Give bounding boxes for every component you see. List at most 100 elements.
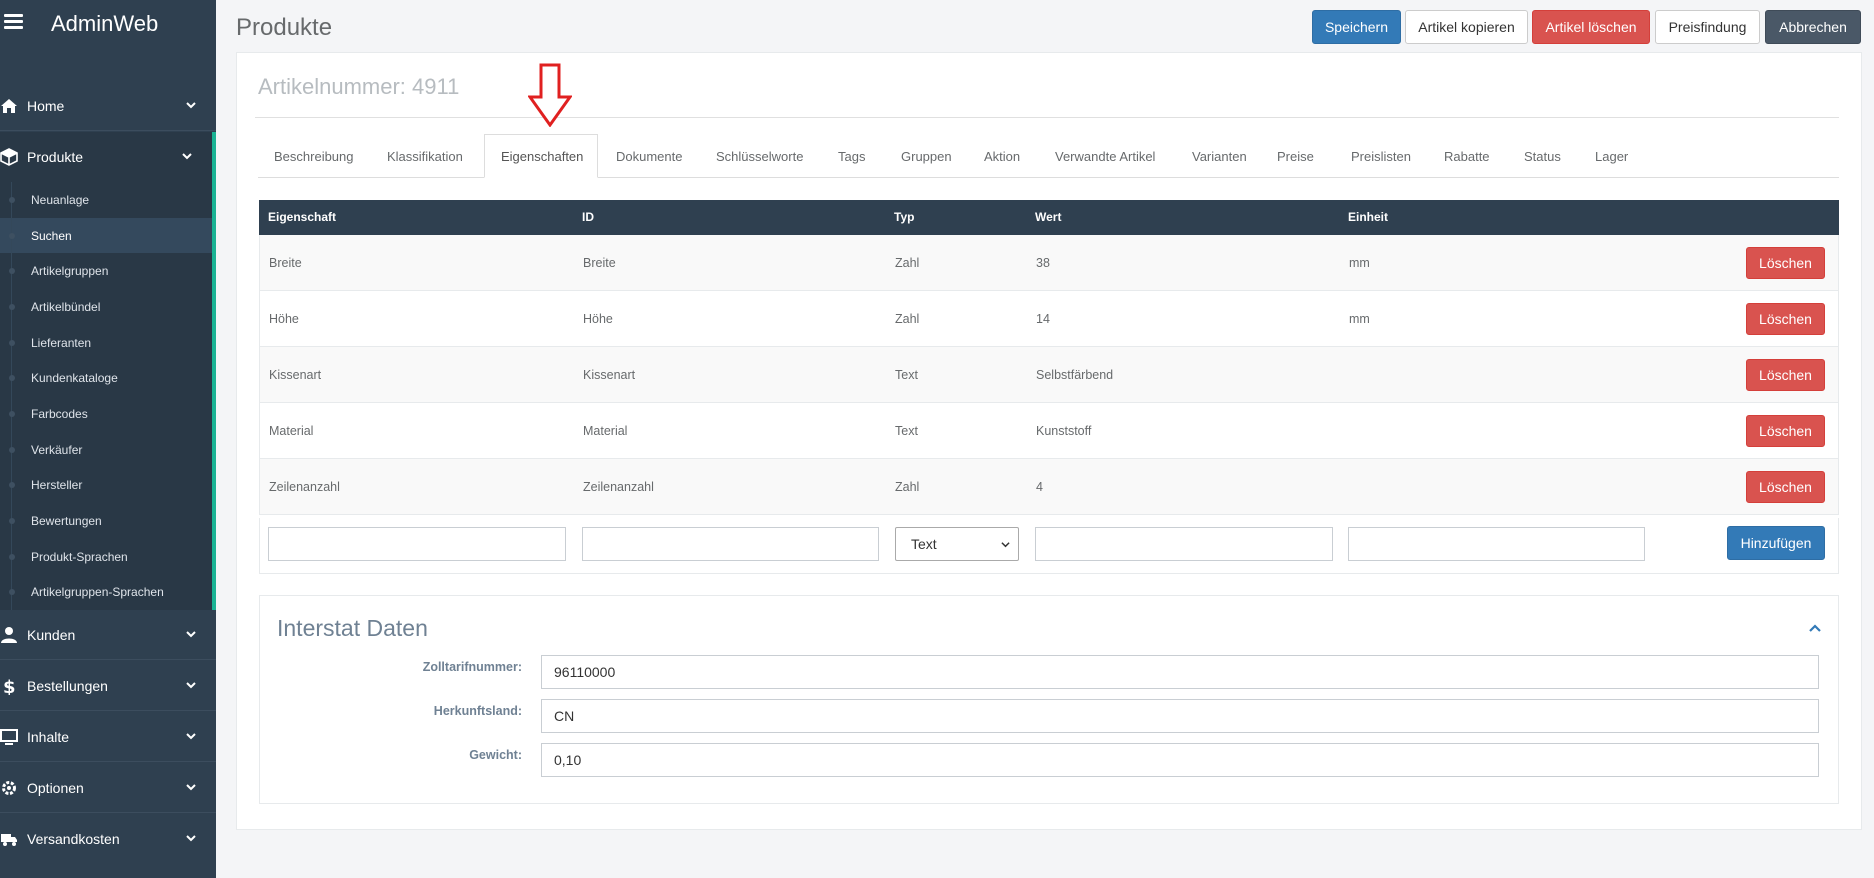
cancel-button[interactable]: Abbrechen — [1765, 10, 1861, 44]
tab-schluesselworte[interactable]: Schlüsselworte — [700, 134, 819, 178]
user-icon — [1, 627, 17, 643]
new-property-input[interactable] — [268, 527, 566, 561]
new-type-select[interactable]: Text — [895, 527, 1019, 561]
bullet-icon — [9, 589, 15, 596]
sidebar-item-label: Produkte — [27, 149, 84, 165]
bullet-icon — [9, 410, 15, 417]
cell-value: 4 — [1036, 479, 1043, 494]
tab-lager[interactable]: Lager — [1579, 134, 1644, 178]
cell-id: Breite — [583, 255, 616, 270]
sidebar-item-produkte[interactable]: Produkte — [0, 132, 216, 182]
chevron-down-icon — [186, 784, 196, 791]
delete-property-button[interactable]: Löschen — [1746, 358, 1825, 391]
tab-dokumente[interactable]: Dokumente — [600, 134, 698, 178]
new-unit-input[interactable] — [1348, 527, 1645, 561]
cell-id: Zeilenanzahl — [583, 479, 654, 494]
sidebar-item-optionen[interactable]: Optionen — [0, 763, 216, 813]
bullet-icon — [9, 232, 15, 239]
cell-property: Zeilenanzahl — [269, 479, 340, 494]
divider — [255, 117, 1839, 118]
tab-gruppen[interactable]: Gruppen — [885, 134, 968, 178]
sidebar-item-bestellungen[interactable]: $ Bestellungen — [0, 661, 216, 711]
home-icon — [1, 99, 17, 113]
column-header-unit: Einheit — [1348, 210, 1389, 224]
truck-icon — [1, 834, 17, 846]
sidebar-subitem[interactable]: Produkt-Sprachen — [0, 538, 212, 575]
column-header-type: Typ — [894, 210, 915, 224]
tab-verwandte-artikel[interactable]: Verwandte Artikel — [1039, 134, 1171, 178]
copy-article-button[interactable]: Artikel kopieren — [1405, 10, 1528, 44]
tab-preise[interactable]: Preise — [1261, 134, 1330, 178]
cell-property: Höhe — [269, 311, 299, 326]
chevron-up-icon[interactable] — [1808, 622, 1822, 634]
chevron-down-icon — [186, 102, 196, 109]
cell-type: Text — [895, 367, 918, 382]
delete-property-button[interactable]: Löschen — [1746, 414, 1825, 447]
delete-article-button[interactable]: Artikel löschen — [1532, 10, 1650, 44]
sidebar-subitem[interactable]: Farbcodes — [0, 396, 212, 432]
bullet-icon — [9, 518, 15, 525]
delete-property-button[interactable]: Löschen — [1746, 246, 1825, 279]
cell-id: Kissenart — [583, 367, 636, 382]
sidebar-item-versandkosten[interactable]: Versandkosten — [0, 814, 216, 864]
table-header: Eigenschaft ID Typ Wert Einheit — [259, 200, 1839, 235]
add-property-button[interactable]: Hinzufügen — [1727, 526, 1825, 560]
cell-type: Zahl — [895, 311, 920, 326]
weight-input[interactable]: 0,10 — [541, 743, 1819, 777]
sidebar-item-kunden[interactable]: Kunden — [0, 610, 216, 660]
column-header-property: Eigenschaft — [268, 210, 337, 224]
cell-id: Höhe — [583, 311, 613, 326]
tab-varianten[interactable]: Varianten — [1176, 134, 1263, 178]
sidebar-item-label: Optionen — [27, 779, 84, 796]
pricing-button[interactable]: Preisfindung — [1655, 10, 1760, 44]
sidebar-item-home[interactable]: Home — [0, 81, 216, 131]
delete-property-button[interactable]: Löschen — [1746, 470, 1825, 503]
customs-tariff-input[interactable]: 96110000 — [541, 655, 1819, 689]
sidebar-subitem[interactable]: Hersteller — [0, 467, 212, 504]
bullet-icon — [9, 268, 15, 275]
cell-value: Selbstfärbend — [1036, 367, 1114, 382]
cell-value: 38 — [1036, 255, 1050, 270]
sidebar-item-inhalte[interactable]: Inhalte — [0, 712, 216, 762]
sidebar-item-label: Home — [27, 97, 65, 114]
tab-klassifikation[interactable]: Klassifikation — [371, 134, 479, 178]
sidebar-subitem[interactable]: Lieferanten — [0, 324, 212, 361]
field-label: Herkunftsland: — [433, 704, 522, 718]
dollar-icon: $ — [3, 677, 16, 695]
tab-preislisten[interactable]: Preislisten — [1335, 134, 1427, 178]
hamburger-menu-icon[interactable] — [4, 14, 23, 30]
bullet-icon — [9, 375, 15, 382]
field-label: Zolltarifnummer: — [422, 660, 522, 674]
sidebar-submenu-produkte: Neuanlage Suchen Artikelgruppen Artikelb… — [0, 182, 212, 611]
sidebar-subitem[interactable]: Bewertungen — [0, 503, 212, 539]
tab-tags[interactable]: Tags — [822, 134, 881, 178]
cell-type: Text — [895, 423, 918, 438]
sidebar-item-label: Bestellungen — [27, 677, 108, 694]
sidebar-subitem[interactable]: Kundenkataloge — [0, 360, 212, 397]
column-header-id: ID — [582, 210, 594, 224]
tab-status[interactable]: Status — [1508, 134, 1577, 178]
save-button[interactable]: Speichern — [1312, 10, 1401, 44]
monitor-icon — [0, 729, 18, 745]
cell-id: Material — [583, 423, 628, 438]
sidebar-subitem[interactable]: Artikelbündel — [0, 289, 212, 325]
bullet-icon — [9, 446, 15, 453]
new-id-input[interactable] — [582, 527, 879, 561]
new-value-input[interactable] — [1035, 527, 1333, 561]
tab-eigenschaften[interactable]: Eigenschaften — [484, 134, 598, 178]
sidebar-subitem[interactable]: Neuanlage — [0, 182, 212, 218]
country-of-origin-input[interactable]: CN — [541, 699, 1819, 733]
sidebar-subitem[interactable]: Artikelgruppen — [0, 253, 212, 290]
sidebar-subitem[interactable]: Verkäufer — [0, 431, 212, 468]
delete-property-button[interactable]: Löschen — [1746, 302, 1825, 335]
table-row: Höhe Höhe Zahl 14 mm Löschen — [259, 291, 1839, 347]
tab-rabatte[interactable]: Rabatte — [1428, 134, 1506, 178]
sidebar-subitem-selected[interactable]: Suchen — [0, 217, 212, 254]
cell-property: Material — [269, 423, 314, 438]
sidebar-subitem[interactable]: Artikelgruppen-Sprachen — [0, 574, 212, 611]
bullet-icon — [9, 339, 15, 346]
gear-icon — [2, 781, 16, 795]
tab-beschreibung[interactable]: Beschreibung — [258, 134, 370, 178]
active-indicator — [212, 133, 216, 610]
tab-aktion[interactable]: Aktion — [968, 134, 1036, 178]
